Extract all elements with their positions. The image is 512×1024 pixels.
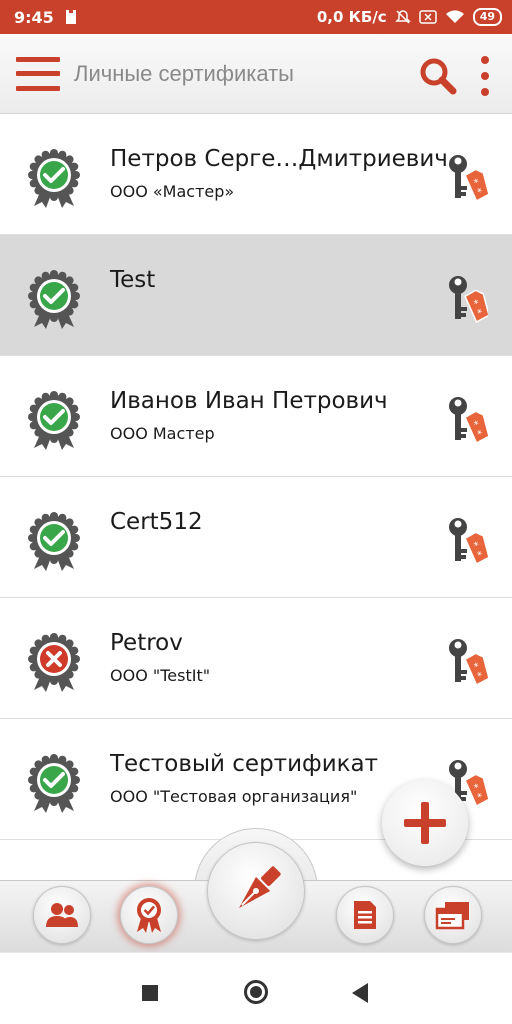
search-icon[interactable] — [418, 56, 458, 96]
nav-sign-button[interactable] — [207, 842, 305, 940]
certificate-org: ООО Мастер — [110, 424, 215, 443]
certificate-org: ООО "Тестовая организация" — [110, 787, 358, 806]
certificate-org: ООО "TestIt" — [110, 666, 211, 685]
certificate-name: Петров Серге…Дмитриевич — [110, 146, 448, 172]
more-vert-icon[interactable] — [476, 56, 494, 96]
wifi-icon — [445, 10, 464, 23]
certificate-row[interactable]: Test * * — [0, 235, 512, 356]
certificate-valid-icon — [28, 512, 80, 571]
nav-contacts-button[interactable] — [33, 886, 91, 944]
mute-icon — [394, 10, 411, 24]
private-key-icon: * * — [449, 397, 488, 444]
certificate-invalid-icon — [28, 633, 80, 692]
certificate-row[interactable]: Petrov ООО "TestIt" * * — [0, 598, 512, 719]
certificate-name: Иванов Иван Петрович — [110, 388, 388, 414]
certificate-org: ООО «Мастер» — [110, 182, 235, 201]
private-key-icon: * * — [449, 276, 488, 323]
certificate-row[interactable]: Иванов Иван Петрович ООО Мастер * * — [0, 356, 512, 477]
certificate-valid-icon — [28, 149, 80, 208]
system-navigation-bar — [0, 952, 512, 1024]
page-title: Личные сертификаты — [74, 60, 294, 86]
private-key-icon: * * — [449, 639, 488, 686]
hamburger-menu-icon[interactable] — [16, 56, 60, 91]
windows-icon — [435, 902, 469, 930]
status-bar: 9:45 0,0 КБ/с 49 — [0, 0, 512, 34]
certificate-valid-icon — [28, 754, 80, 813]
app-toolbar: Личные сертификаты — [0, 34, 512, 114]
certificate-row[interactable]: Петров Серге…Дмитриевич ООО «Мастер» * * — [0, 114, 512, 235]
nav-certificates-button[interactable] — [120, 886, 178, 944]
plus-icon — [404, 802, 446, 844]
add-certificate-button[interactable] — [382, 780, 468, 866]
sim-off-icon — [418, 10, 437, 24]
private-key-icon: * * — [449, 155, 488, 202]
back-icon[interactable] — [352, 983, 368, 1003]
certificate-name: Test — [110, 267, 156, 293]
certificate-valid-icon — [28, 391, 80, 450]
private-key-icon: * * — [449, 518, 488, 565]
battery-level: 49 — [472, 8, 502, 26]
home-icon[interactable] — [244, 980, 268, 1004]
certificate-name: Тестовый сертификат — [110, 751, 379, 777]
fountain-pen-icon — [239, 866, 281, 908]
certificate-name: Petrov — [110, 630, 183, 656]
nav-windows-button[interactable] — [424, 886, 482, 944]
certificate-badge-icon — [137, 898, 161, 933]
certificate-name: Cert512 — [110, 509, 203, 535]
status-time: 9:45 — [14, 7, 54, 27]
contacts-icon — [46, 903, 78, 927]
notification-icon — [65, 10, 76, 24]
certificate-row[interactable]: Cert512 * * — [0, 477, 512, 598]
certificate-list: Петров Серге…Дмитриевич ООО «Мастер» * *… — [0, 114, 512, 840]
certificate-valid-icon — [28, 270, 80, 329]
document-icon — [354, 901, 376, 929]
nav-documents-button[interactable] — [336, 886, 394, 944]
recent-apps-icon[interactable] — [142, 985, 158, 1001]
network-speed: 0,0 КБ/с — [316, 8, 387, 26]
